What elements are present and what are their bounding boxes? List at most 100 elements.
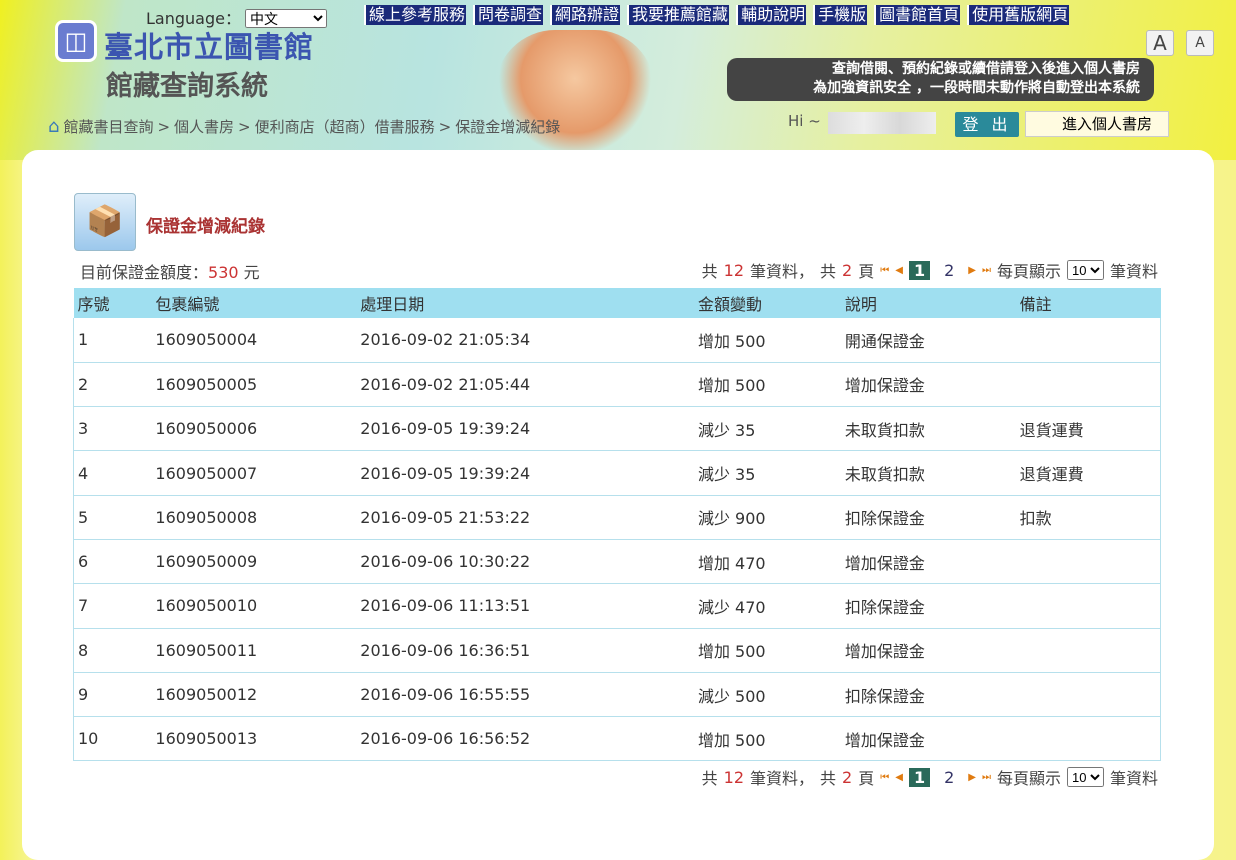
table-row: 2 1609050005 2016-09-02 21:05:44 增加 500 增加保證… [73, 362, 1161, 408]
breadcrumb: ⌂ 館藏書目查詢 > 個人書房 > 便利商店（超商）借書服務 > 保證金增減紀錄 [48, 116, 561, 137]
table-cell: 增加保證金 [840, 716, 1016, 762]
link-old-version[interactable]: 使用舊版網頁 [967, 5, 1070, 25]
link-recommend[interactable]: 我要推薦館藏 [627, 5, 730, 25]
site-title[interactable]: 臺北市立圖書館 [104, 24, 314, 66]
table-row: 1 1609050004 2016-09-02 21:05:34 增加 500 開通保證… [73, 318, 1161, 363]
prev-page-icon[interactable]: ◀ [895, 265, 903, 276]
table-cell: 10 [73, 716, 152, 762]
page-2[interactable]: 2 [936, 261, 962, 280]
last-page-icon[interactable]: ⏭ [982, 265, 991, 276]
page-2[interactable]: 2 [936, 768, 962, 787]
breadcrumb-convenience-store[interactable]: 便利商店（超商）借書服務 [255, 116, 435, 137]
table-cell: 未取貨扣款 [840, 406, 1016, 452]
link-help[interactable]: 輔助說明 [736, 5, 807, 25]
per-page-select[interactable]: 10 [1066, 260, 1104, 280]
table-cell: 1609050013 [151, 716, 357, 762]
table-cell: 9 [73, 672, 152, 718]
column-header: 說明 [840, 288, 1016, 318]
link-library-home[interactable]: 圖書館首頁 [874, 5, 961, 25]
table-cell: 2016-09-06 16:36:51 [356, 628, 694, 673]
breadcrumb-current: 保證金增減紀錄 [455, 118, 561, 136]
table-cell: 1609050007 [151, 450, 357, 496]
link-survey[interactable]: 問卷調查 [473, 5, 544, 25]
link-online-card[interactable]: 網路辦證 [550, 5, 621, 25]
column-header: 包裹編號 [151, 288, 357, 318]
table-row: 6 1609050009 2016-09-06 10:30:22 增加 470 增加保證… [73, 539, 1161, 585]
table-row: 5 1609050008 2016-09-05 21:53:22 減少 900 扣除保證… [73, 495, 1161, 540]
table-cell: 6 [73, 539, 152, 585]
login-notice: 查詢借閱、預約紀錄或續借請登入後進入個人書房 為加強資訊安全 ，一段時間未動作將自… [727, 58, 1154, 101]
link-reference-service[interactable]: 線上參考服務 [364, 5, 467, 25]
font-large-button[interactable]: A [1146, 30, 1174, 56]
table-cell: 未取貨扣款 [840, 450, 1016, 496]
deposit-table: 序號 包裹編號 處理日期 金額變動 說明 備註 1 1609050004 2016-09-02… [73, 288, 1161, 762]
header-banner: Language： 中文 線上參考服務 問卷調查 網路辦證 我要推薦館藏 輔助說明… [0, 0, 1236, 160]
table-cell: 增加 470 [693, 539, 841, 585]
table-cell: 扣除保證金 [840, 672, 1016, 718]
table-cell: 減少 35 [693, 450, 841, 496]
pager-top: 共 12 筆資料， 共2頁 ⏮ ◀ 12 ▶ ⏭ 每頁顯示 10 筆資料 [702, 258, 1158, 282]
table-cell: 減少 470 [693, 583, 841, 629]
pager-bottom: 共 12 筆資料， 共2頁 ⏮ ◀ 12 ▶ ⏭ 每頁顯示 10 筆資料 [702, 765, 1158, 789]
table-row: 7 1609050010 2016-09-06 11:13:51 減少 470 扣除保證… [73, 583, 1161, 629]
table-cell: 扣款 [1015, 495, 1161, 540]
table-cell [1015, 672, 1161, 718]
table-cell [1015, 716, 1161, 762]
table-cell: 1609050012 [151, 672, 357, 718]
column-header: 備註 [1015, 288, 1161, 318]
column-header: 序號 [73, 288, 152, 318]
box-icon: 📦 [74, 193, 136, 251]
table-cell [1015, 362, 1161, 408]
my-library-button[interactable]: 進入個人書房 [1025, 111, 1169, 137]
table-cell [1015, 318, 1161, 363]
next-page-icon[interactable]: ▶ [968, 265, 976, 276]
table-cell: 1609050010 [151, 583, 357, 629]
last-page-icon[interactable]: ⏭ [982, 772, 991, 783]
table-cell: 增加 500 [693, 362, 841, 408]
table-row: 10 1609050013 2016-09-06 16:56:52 增加 500 增加保… [73, 716, 1161, 762]
table-cell: 增加 500 [693, 716, 841, 762]
table-cell: 退貨運費 [1015, 406, 1161, 452]
table-cell: 1609050005 [151, 362, 357, 408]
table-cell: 3 [73, 406, 152, 452]
font-small-button[interactable]: A [1186, 30, 1214, 56]
username-blurred [828, 112, 936, 134]
table-row: 9 1609050012 2016-09-06 16:55:55 減少 500 扣除保證… [73, 672, 1161, 718]
table-cell: 增加保證金 [840, 628, 1016, 673]
table-cell: 減少 900 [693, 495, 841, 540]
table-cell: 退貨運費 [1015, 450, 1161, 496]
page-title: 保證金增減紀錄 [146, 217, 265, 237]
breadcrumb-catalog[interactable]: 館藏書目查詢 [63, 116, 153, 137]
table-cell [1015, 583, 1161, 629]
breadcrumb-personal[interactable]: 個人書房 [174, 116, 234, 137]
table-cell: 1609050009 [151, 539, 357, 585]
table-row: 8 1609050011 2016-09-06 16:36:51 增加 500 增加保證… [73, 628, 1161, 673]
table-cell: 2 [73, 362, 152, 408]
table-cell: 1609050006 [151, 406, 357, 452]
table-cell: 1609050008 [151, 495, 357, 540]
column-header: 處理日期 [356, 288, 694, 318]
first-page-icon[interactable]: ⏮ [880, 772, 889, 783]
table-cell: 2016-09-06 11:13:51 [356, 583, 694, 629]
table-cell: 增加保證金 [840, 539, 1016, 585]
table-cell: 2016-09-02 21:05:44 [356, 362, 694, 408]
page-1[interactable]: 1 [908, 767, 931, 787]
table-cell [1015, 539, 1161, 585]
logout-button[interactable]: 登 出 [955, 112, 1019, 137]
table-cell: 2016-09-02 21:05:34 [356, 318, 694, 363]
home-icon[interactable]: ⌂ [48, 116, 59, 137]
table-cell: 1609050004 [151, 318, 357, 363]
per-page-select[interactable]: 10 [1066, 767, 1104, 787]
first-page-icon[interactable]: ⏮ [880, 265, 889, 276]
top-links: 線上參考服務 問卷調查 網路辦證 我要推薦館藏 輔助說明 手機版 圖書館首頁 使… [357, 5, 1070, 25]
library-logo-icon[interactable]: ◫ [55, 20, 97, 62]
table-cell: 減少 35 [693, 406, 841, 452]
link-mobile[interactable]: 手機版 [813, 5, 868, 25]
table-cell: 1609050011 [151, 628, 357, 673]
prev-page-icon[interactable]: ◀ [895, 772, 903, 783]
table-cell: 增加 500 [693, 628, 841, 673]
page-1[interactable]: 1 [908, 260, 931, 280]
next-page-icon[interactable]: ▶ [968, 772, 976, 783]
table-cell: 扣除保證金 [840, 583, 1016, 629]
table-cell: 2016-09-05 19:39:24 [356, 450, 694, 496]
